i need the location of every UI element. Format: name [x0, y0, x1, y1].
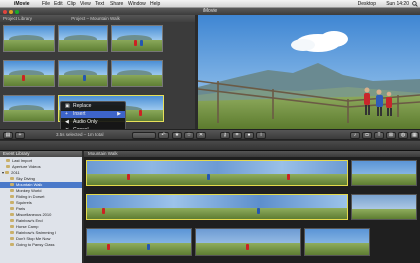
key-icon: ⚷: [223, 132, 227, 138]
crop-button[interactable]: ⌗: [232, 132, 242, 139]
crop-icon: ⌗: [235, 132, 239, 138]
keyword-button[interactable]: ⚷: [220, 132, 230, 139]
project-header: Project Library Project – Mountain Walk: [0, 15, 195, 22]
event-clip-filmstrip[interactable]: [86, 228, 192, 256]
project-clip-thumbnail[interactable]: [111, 25, 163, 52]
unmark-button[interactable]: ☆: [184, 132, 194, 139]
music-browser-button[interactable]: ♪: [350, 132, 360, 139]
maps-browser-button[interactable]: ◍: [398, 132, 408, 139]
film-icon: ▤: [5, 132, 11, 138]
titles-browser-button[interactable]: T: [374, 132, 384, 139]
menu-window[interactable]: Window: [128, 0, 146, 8]
event-clip-filmstrip[interactable]: [86, 160, 348, 186]
menu-user[interactable]: Desktop: [358, 0, 376, 8]
insert-icon: +: [65, 111, 68, 117]
project-clip-thumbnail[interactable]: [58, 25, 108, 52]
event-library-title: Event Library: [0, 151, 82, 157]
plus-icon: +: [18, 132, 22, 138]
undo-button[interactable]: ↶: [158, 132, 169, 139]
event-library: Event Library Last Import Aperture Video…: [0, 151, 82, 263]
menu-item-audio-only[interactable]: ◀ Audio Only: [61, 119, 125, 126]
menu-clock[interactable]: Sun 14:20: [386, 0, 409, 8]
selection-status: 3.5s selected – 1m total: [56, 132, 104, 137]
project-clip-thumbnail[interactable]: [3, 95, 55, 122]
close-window-icon[interactable]: [3, 10, 7, 14]
menu-item-insert[interactable]: + Insert ▶: [61, 111, 125, 118]
menu-item-replace[interactable]: ▣ Replace: [61, 103, 125, 110]
disclosure-triangle-icon[interactable]: ▾: [2, 170, 4, 175]
event-browser: Mountain Walk: [84, 151, 420, 263]
new-project-button[interactable]: +: [15, 132, 25, 139]
microphone-icon: ●: [247, 132, 251, 138]
zoom-window-icon[interactable]: [15, 10, 19, 14]
menu-share[interactable]: Share: [110, 0, 123, 8]
reject-button[interactable]: ✕: [196, 132, 206, 139]
backgrounds-browser-button[interactable]: ▦: [410, 132, 419, 139]
menu-file[interactable]: File: [42, 0, 50, 8]
zoom-slider[interactable]: [132, 132, 156, 139]
project-library-toggle[interactable]: ▤: [3, 132, 13, 139]
transition-icon: ⊠: [388, 132, 394, 138]
project-clip-thumbnail[interactable]: [58, 60, 108, 87]
event-clip-filmstrip[interactable]: [195, 228, 301, 256]
music-icon: ♪: [353, 132, 357, 138]
window-title: iMovie: [202, 8, 218, 14]
viewer[interactable]: [198, 15, 420, 129]
project-clip-thumbnail[interactable]: [3, 60, 55, 87]
grid-icon: ▦: [412, 132, 417, 138]
event-item[interactable]: Going to Pansy Class: [0, 242, 82, 248]
photo-browser-button[interactable]: ◘: [362, 132, 372, 139]
menu-help[interactable]: Help: [150, 0, 160, 8]
toolbar: ▤ + 3.5s selected – 1m total ↶ ★ ☆ ✕ ⚷ ⌗…: [0, 129, 420, 140]
event-clip-filmstrip[interactable]: [86, 194, 348, 220]
menu-text[interactable]: Text: [95, 0, 104, 8]
menu-clip[interactable]: Clip: [67, 0, 76, 8]
outline-star-icon: ☆: [186, 132, 192, 138]
menu-bar: iMovie File Edit Clip View Text Share Wi…: [0, 0, 420, 8]
info-icon: i: [260, 132, 262, 138]
window-titlebar: iMovie: [0, 8, 420, 15]
project-title: Project – Mountain Walk: [71, 16, 120, 21]
voiceover-button[interactable]: ●: [244, 132, 254, 139]
favorite-button[interactable]: ★: [172, 132, 182, 139]
reject-icon: ✕: [198, 132, 204, 138]
transitions-browser-button[interactable]: ⊠: [386, 132, 396, 139]
viewer-frame-image: [198, 15, 420, 129]
project-clip-thumbnail[interactable]: [3, 25, 55, 52]
menu-edit[interactable]: Edit: [54, 0, 63, 8]
globe-icon: ◍: [400, 132, 406, 138]
minimize-window-icon[interactable]: [9, 10, 13, 14]
arrow-right-icon: ▶: [117, 111, 121, 117]
menu-view[interactable]: View: [80, 0, 91, 8]
star-icon: ★: [174, 132, 180, 138]
project-clip-thumbnail[interactable]: [111, 60, 163, 87]
event-clip-filmstrip[interactable]: [304, 228, 370, 256]
panes-separator[interactable]: [0, 141, 420, 151]
replace-icon: ▣: [65, 103, 70, 109]
menu-app[interactable]: iMovie: [14, 0, 30, 8]
camera-icon: ◘: [365, 132, 369, 138]
event-clip-filmstrip[interactable]: [351, 160, 417, 186]
undo-icon: ↶: [161, 132, 166, 138]
audio-icon: ◀: [65, 119, 69, 125]
inspector-button[interactable]: i: [256, 132, 266, 139]
text-icon: T: [377, 132, 381, 138]
event-title: Mountain Walk: [84, 151, 420, 157]
spotlight-icon[interactable]: [412, 1, 418, 7]
project-library-button[interactable]: Project Library: [3, 16, 32, 21]
event-clip-filmstrip[interactable]: [351, 194, 417, 220]
